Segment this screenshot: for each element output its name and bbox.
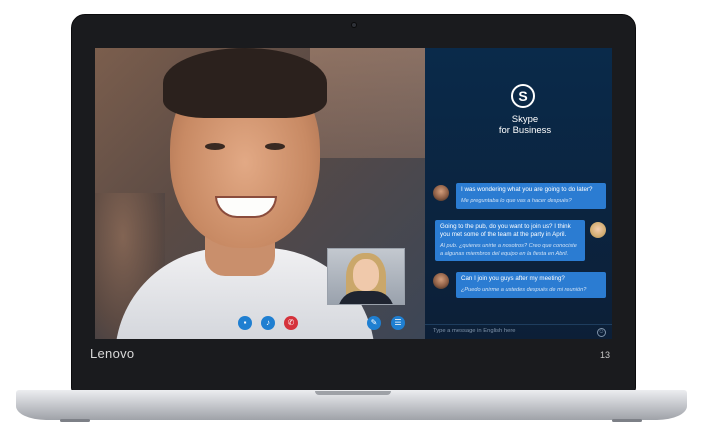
- chat-panel: S Skype for Business I was wondering wha…: [425, 48, 612, 339]
- caller-eye-left: [205, 143, 225, 150]
- app-name-line1: Skype: [511, 114, 539, 125]
- self-view-face: [353, 259, 379, 291]
- message-text: I was wondering what you are going to do…: [461, 186, 593, 193]
- caller-avatar: [433, 273, 449, 289]
- chat-message-outgoing[interactable]: Going to the pub, do you want to join us…: [435, 220, 585, 261]
- options-button[interactable]: ☰: [391, 316, 405, 330]
- self-avatar: [590, 222, 606, 238]
- laptop-scene: ▪ ♪ ✆ ✎ ☰ S Skype for Business I was won…: [0, 0, 701, 434]
- video-toggle-button[interactable]: ▪: [238, 316, 252, 330]
- message-text: Can I join you guys after my meeting?: [461, 275, 565, 282]
- message-input-placeholder: Type a message in English here: [433, 328, 516, 334]
- chat-button[interactable]: ✎: [367, 316, 381, 330]
- caller-avatar: [433, 185, 449, 201]
- webcam: [351, 22, 357, 28]
- app-name: Skype for Business: [485, 114, 565, 136]
- lid-opening-notch: [315, 391, 391, 395]
- message-translation: ¿Puedo unirme a ustedes después de mi re…: [461, 287, 587, 293]
- skype-logo-icon: S: [511, 84, 535, 108]
- emoji-icon[interactable]: ☺: [597, 328, 606, 337]
- end-call-button[interactable]: ✆: [284, 316, 298, 330]
- chat-message-incoming[interactable]: I was wondering what you are going to do…: [456, 183, 606, 209]
- message-text: Going to the pub, do you want to join us…: [440, 223, 571, 238]
- message-translation: Me preguntaba lo que vas a hacer después…: [461, 198, 572, 204]
- caller-hair: [163, 48, 327, 118]
- laptop-screen: ▪ ♪ ✆ ✎ ☰ S Skype for Business I was won…: [95, 48, 612, 339]
- app-name-line2: for Business: [498, 125, 552, 136]
- model-number: 13: [600, 350, 611, 360]
- options-icon: ☰: [394, 318, 402, 327]
- chat-icon: ✎: [370, 318, 378, 327]
- caller-eye-right: [265, 143, 285, 150]
- message-input[interactable]: Type a message in English here ☺: [425, 324, 612, 339]
- laptop-foot-right: [612, 419, 642, 422]
- chat-message-incoming[interactable]: Can I join you guys after my meeting? ¿P…: [456, 272, 606, 298]
- background-shelf: [310, 48, 425, 158]
- end-call-icon: ✆: [287, 318, 295, 327]
- message-translation: Al pub. ¿quieres unirte a nosotros? Creo…: [440, 243, 577, 257]
- self-view-thumbnail[interactable]: [327, 248, 405, 305]
- brand-logo: Lenovo: [90, 346, 135, 361]
- microphone-icon: ♪: [266, 318, 270, 327]
- video-call-area: ▪ ♪ ✆ ✎ ☰: [95, 48, 425, 339]
- laptop-foot-left: [60, 419, 90, 422]
- mute-button[interactable]: ♪: [261, 316, 275, 330]
- video-icon: ▪: [243, 318, 247, 327]
